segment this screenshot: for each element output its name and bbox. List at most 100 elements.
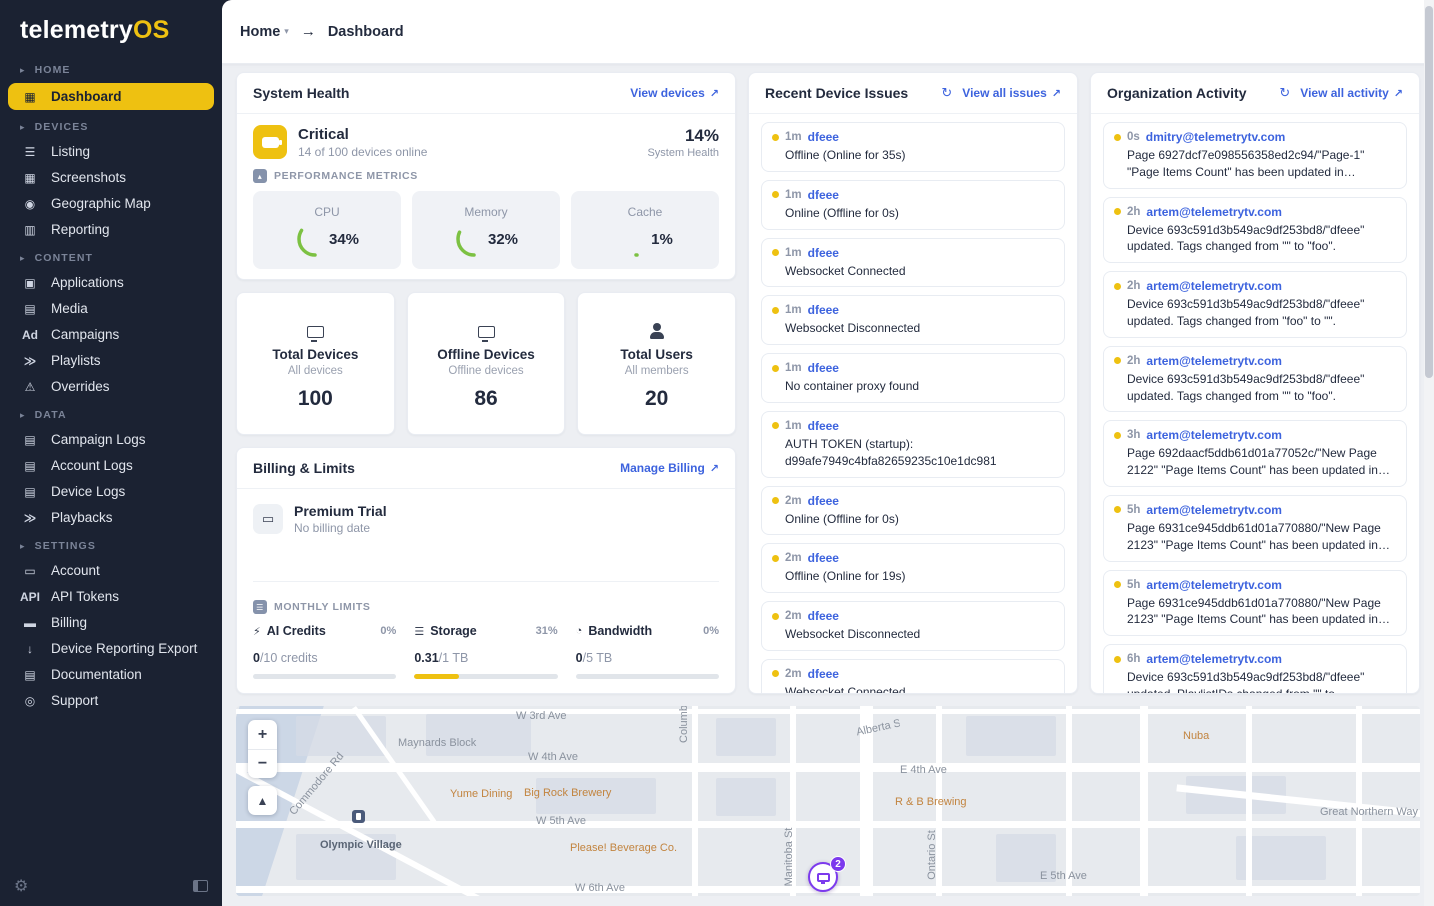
issue-item[interactable]: 2m dfeee Websocket Disconnected (761, 601, 1065, 651)
zoom-out-button[interactable]: − (248, 749, 277, 778)
issue-device-link[interactable]: dfeee (808, 419, 839, 433)
sidebar-item[interactable]: ▥ Reporting (0, 217, 222, 242)
map-road (692, 706, 698, 896)
offline-devices-card[interactable]: Offline Devices Offline devices 86 (406, 292, 566, 435)
issue-item[interactable]: 1m dfeee Websocket Disconnected (761, 295, 1065, 346)
nav-item-label: Screenshots (51, 170, 127, 185)
activity-user-link[interactable]: artem@telemetrytv.com (1146, 279, 1282, 293)
refresh-icon[interactable]: ↻ (1279, 85, 1290, 101)
total-users-card[interactable]: Total Users All members 20 (577, 292, 737, 435)
sidebar-item[interactable]: ☰ Listing (0, 139, 222, 164)
manage-billing-link[interactable]: Manage Billing (620, 461, 719, 475)
issue-item[interactable]: 2m dfeee Offline (Online for 19s) (761, 543, 1065, 594)
issue-device-link[interactable]: dfeee (808, 494, 839, 508)
limit-storage: ☰ Storage 31% 0.31/1 TB (414, 624, 558, 679)
activity-list[interactable]: 0s dmitry@telemetrytv.com Page 6927dcf7e… (1091, 114, 1419, 693)
issues-list[interactable]: 1m dfeee Offline (Online for 35s) 1m dfe… (749, 114, 1077, 693)
issue-item[interactable]: 1m dfeee No container proxy found (761, 353, 1065, 403)
device-marker-monitor-icon (816, 872, 830, 884)
section-caret-icon: ▸ (20, 252, 26, 263)
scrollbar-thumb[interactable] (1425, 6, 1433, 378)
activity-item[interactable]: 6h artem@telemetrytv.com Device 693c591d… (1103, 644, 1407, 693)
issue-device-link[interactable]: dfeee (808, 609, 839, 623)
sidebar-item[interactable]: ▤ Documentation (0, 662, 222, 687)
activity-user-link[interactable]: dmitry@telemetrytv.com (1146, 130, 1286, 144)
map-label: E 5th Ave (1040, 870, 1087, 882)
sidebar-section-settings[interactable]: ▸ SETTINGS (0, 531, 222, 557)
sidebar-item[interactable]: ⚠ Overrides (0, 374, 222, 399)
issue-device-link[interactable]: dfeee (808, 130, 839, 144)
total-devices-card[interactable]: Total Devices All devices 100 (236, 292, 395, 435)
map-label: Ontario St (926, 830, 938, 880)
issue-time: 2m (785, 610, 802, 623)
sidebar-item[interactable]: API API Tokens (0, 584, 222, 609)
issue-device-link[interactable]: dfeee (808, 361, 839, 375)
sidebar-section-devices[interactable]: ▸ DEVICES (0, 112, 222, 138)
issue-item[interactable]: 2m dfeee Websocket Connected (761, 658, 1065, 693)
locate-button[interactable]: ▲ (248, 786, 277, 815)
status-dot-icon (772, 191, 779, 199)
map[interactable]: Maynards Block W 3rd Ave W 4th Ave E 4th… (236, 706, 1420, 896)
activity-user-link[interactable]: artem@telemetrytv.com (1146, 428, 1282, 442)
status-dot-icon (1114, 357, 1121, 365)
metrics-section-label: PERFORMANCE METRICS (274, 170, 418, 182)
sidebar-item[interactable]: ▭ Account (0, 558, 222, 583)
settings-gear-icon[interactable]: ⚙ (14, 876, 28, 896)
view-devices-link[interactable]: View devices (630, 86, 719, 100)
sidebar-item[interactable]: ▦ Dashboard (8, 83, 214, 110)
sidebar-item[interactable]: ≫ Playbacks (0, 505, 222, 530)
collapse-sidebar-icon[interactable] (193, 880, 208, 892)
sidebar-item[interactable]: ◉ Geographic Map (0, 191, 222, 216)
sidebar-item[interactable]: ▤ Campaign Logs (0, 427, 222, 452)
activity-item[interactable]: 5h artem@telemetrytv.com Page 6931ce945d… (1103, 569, 1407, 637)
activity-item[interactable]: 2h artem@telemetrytv.com Device 693c591d… (1103, 345, 1407, 413)
sidebar-item[interactable]: ▦ Screenshots (0, 165, 222, 190)
issue-item[interactable]: 1m dfeee Websocket Connected (761, 237, 1065, 288)
activity-user-link[interactable]: artem@telemetrytv.com (1146, 652, 1282, 666)
nav-item-label: Reporting (51, 222, 110, 237)
issue-device-link[interactable]: dfeee (808, 667, 839, 681)
sidebar-item[interactable]: Ad Campaigns (0, 322, 222, 347)
sidebar-section-content[interactable]: ▸ CONTENT (0, 243, 222, 269)
refresh-icon[interactable]: ↻ (941, 85, 952, 101)
nav-item-label: Documentation (51, 667, 142, 682)
activity-message: Device 693c591d3b549ac9df253bd8/"dfeee" … (1127, 670, 1365, 693)
sidebar-section-data[interactable]: ▸ DATA (0, 400, 222, 426)
issue-device-link[interactable]: dfeee (808, 246, 839, 260)
activity-item[interactable]: 0s dmitry@telemetrytv.com Page 6927dcf7e… (1103, 122, 1407, 189)
sidebar-item[interactable]: ▣ Applications (0, 270, 222, 295)
issue-item[interactable]: 1m dfeee AUTH TOKEN (startup): d99afe794… (761, 410, 1065, 478)
device-issues-card: Recent Device Issues ↻ View all issues ↗… (748, 72, 1078, 694)
nav-item-label: Device Logs (51, 484, 126, 499)
activity-item[interactable]: 2h artem@telemetrytv.com Device 693c591d… (1103, 196, 1407, 264)
issue-device-link[interactable]: dfeee (808, 188, 839, 202)
view-all-issues-link[interactable]: View all issues (962, 86, 1061, 100)
issue-device-link[interactable]: dfeee (808, 551, 839, 565)
sidebar-item[interactable]: ▬ Billing (0, 610, 222, 635)
sidebar-item[interactable]: ↓ Device Reporting Export (0, 636, 222, 661)
sidebar-item[interactable]: ▤ Media (0, 296, 222, 321)
gauge-memory: Memory 32% (412, 191, 560, 269)
issue-item[interactable]: 2m dfeee Online (Offline for 0s) (761, 485, 1065, 536)
breadcrumb-home-label: Home (240, 23, 281, 40)
view-all-activity-link[interactable]: View all activity (1300, 86, 1403, 100)
sidebar-item[interactable]: ▤ Account Logs (0, 453, 222, 478)
nav-item-label: Applications (51, 275, 124, 290)
issue-item[interactable]: 1m dfeee Offline (Online for 35s) (761, 122, 1065, 172)
sidebar-item[interactable]: ≫ Playlists (0, 348, 222, 373)
activity-item[interactable]: 3h artem@telemetrytv.com Page 692daacf5d… (1103, 420, 1407, 487)
zoom-in-button[interactable]: + (248, 720, 277, 749)
activity-user-link[interactable]: artem@telemetrytv.com (1146, 503, 1282, 517)
issue-device-link[interactable]: dfeee (808, 303, 839, 317)
breadcrumb-home[interactable]: Home ▾ (240, 24, 289, 40)
activity-user-link[interactable]: artem@telemetrytv.com (1146, 205, 1282, 219)
activity-user-link[interactable]: artem@telemetrytv.com (1146, 354, 1282, 368)
activity-user-link[interactable]: artem@telemetrytv.com (1146, 578, 1282, 592)
person-icon (649, 323, 664, 339)
activity-item[interactable]: 5h artem@telemetrytv.com Page 6931ce945d… (1103, 494, 1407, 562)
sidebar-section-home[interactable]: ▸ HOME (0, 55, 222, 81)
sidebar-item[interactable]: ▤ Device Logs (0, 479, 222, 504)
sidebar-item[interactable]: ◎ Support (0, 688, 222, 713)
activity-item[interactable]: 2h artem@telemetrytv.com Device 693c591d… (1103, 271, 1407, 338)
issue-item[interactable]: 1m dfeee Online (Offline for 0s) (761, 179, 1065, 230)
